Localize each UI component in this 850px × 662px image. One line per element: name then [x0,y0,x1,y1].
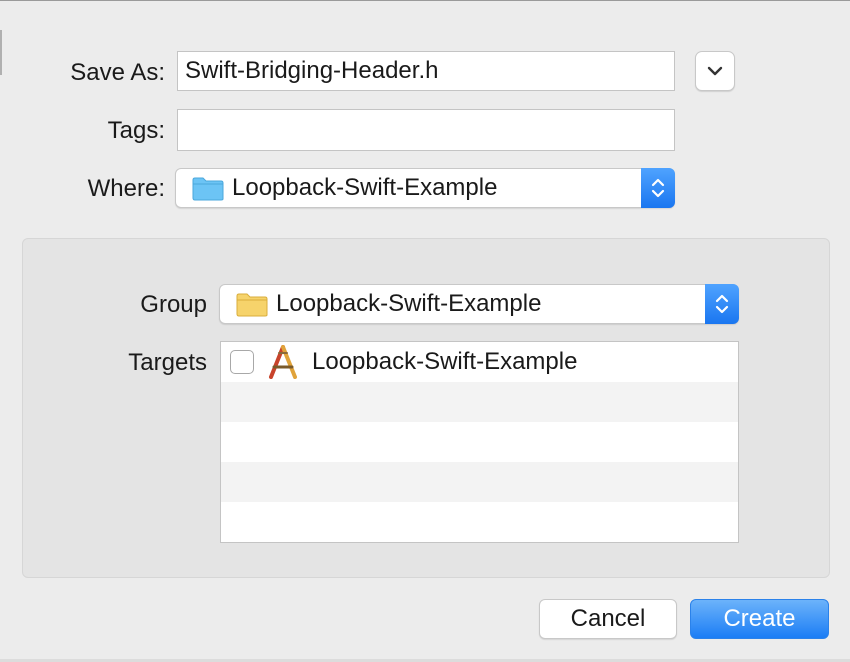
popup-stepper [705,284,739,324]
group-value: Loopback-Swift-Example [276,290,542,317]
group-label: Group [140,291,207,318]
save-as-label: Save As: [70,59,165,86]
empty-row [221,462,738,502]
target-checkbox[interactable] [230,350,254,374]
expand-dialog-button[interactable] [695,51,735,91]
where-popup[interactable]: Loopback-Swift-Example [175,168,675,208]
where-value: Loopback-Swift-Example [232,174,498,201]
targets-list[interactable]: Loopback-Swift-Example [220,341,739,543]
window-edge-mark [0,30,2,75]
target-name: Loopback-Swift-Example [312,348,578,375]
group-popup[interactable]: Loopback-Swift-Example [219,284,739,324]
folder-icon [192,177,224,201]
chevron-down-icon [707,66,723,76]
list-item[interactable]: Loopback-Swift-Example [221,342,738,382]
tags-field[interactable] [177,109,675,151]
up-down-arrows-icon [651,178,665,198]
window-top-border [0,0,850,1]
folder-icon [236,293,268,317]
empty-row [221,382,738,422]
tags-label: Tags: [107,117,165,144]
empty-row [221,502,738,542]
create-button[interactable]: Create [690,599,829,639]
empty-row [221,422,738,462]
up-down-arrows-icon [715,294,729,314]
targets-label: Targets [128,349,207,376]
save-as-field[interactable]: Swift-Bridging-Header.h [177,51,675,91]
where-label: Where: [87,175,165,202]
cancel-button[interactable]: Cancel [539,599,677,639]
popup-stepper [641,168,675,208]
xcode-app-icon [269,345,297,379]
